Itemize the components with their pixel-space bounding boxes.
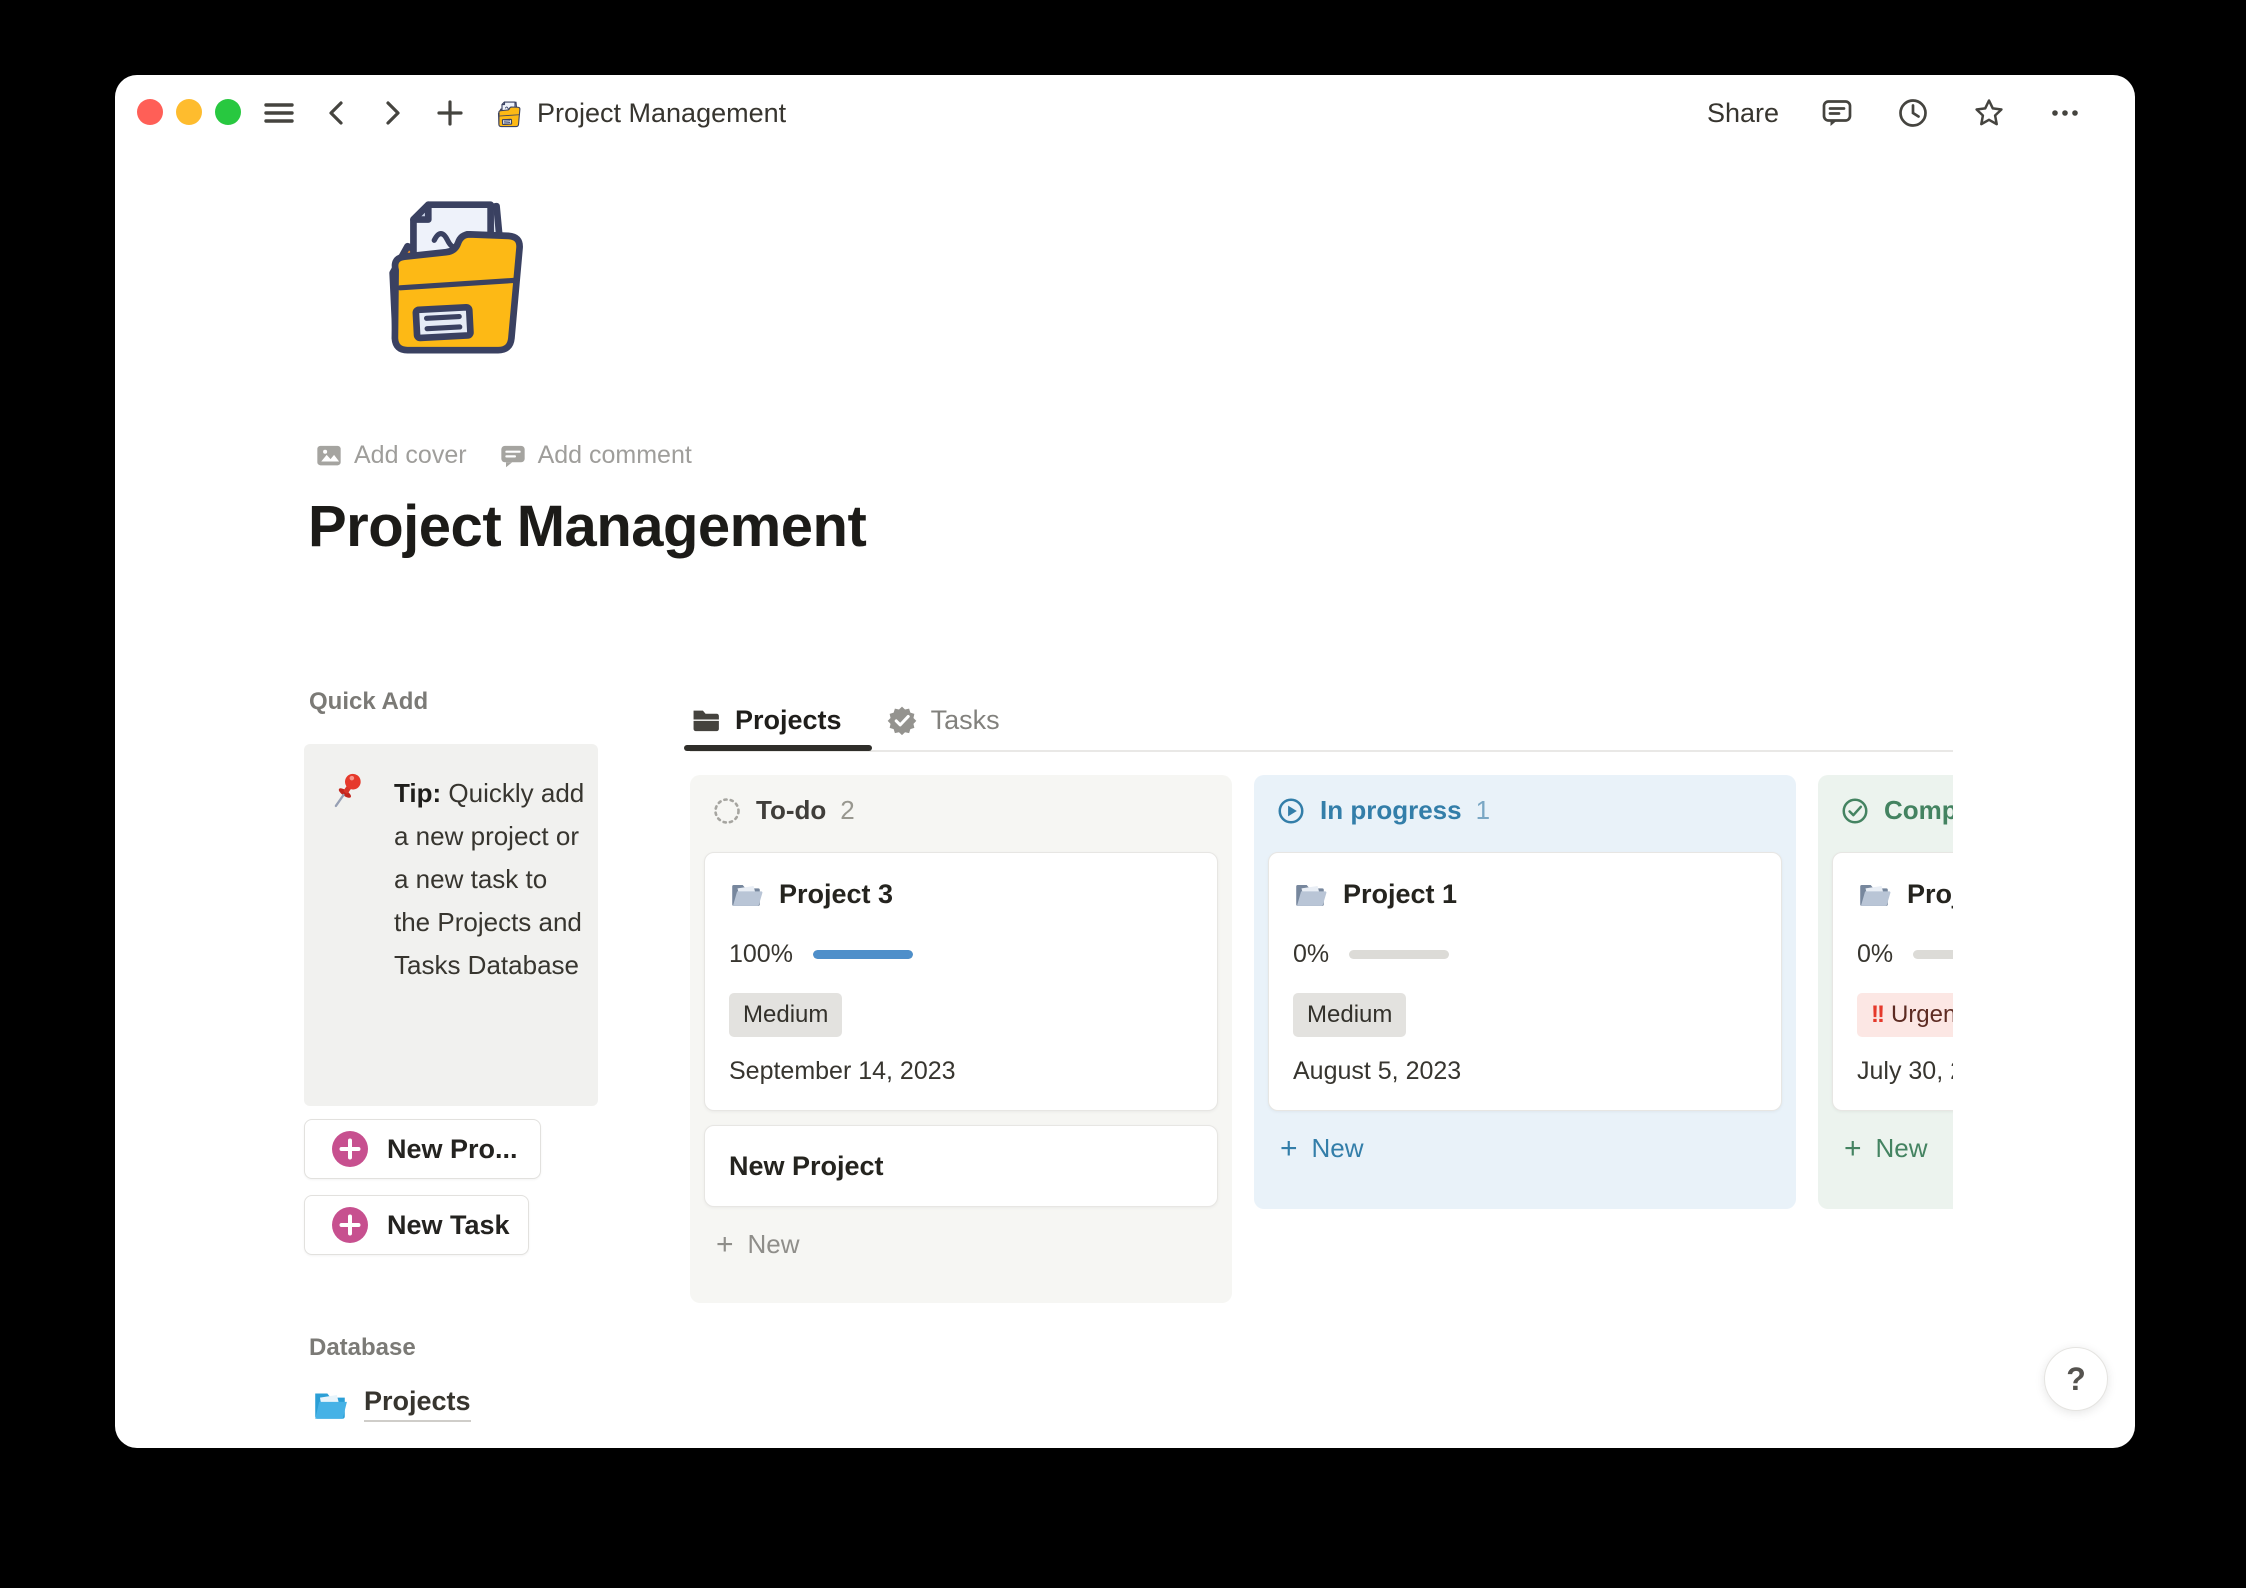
plus-circle-icon	[331, 1130, 369, 1168]
column-in-progress-count: 1	[1476, 795, 1490, 826]
progress-bar	[1913, 950, 1953, 959]
card-project-1[interactable]: Project 1 0% Medium August 5, 2023	[1268, 852, 1782, 1111]
add-comment-label: Add comment	[538, 441, 692, 470]
column-complete-name: Complete	[1884, 795, 1953, 826]
tab-tasks-label: Tasks	[931, 705, 1000, 736]
database-heading: Database	[309, 1334, 416, 1362]
open-folder-icon	[1293, 877, 1327, 911]
progress-bar	[1349, 950, 1449, 959]
history-icon[interactable]	[1895, 95, 1931, 131]
column-todo-new-button[interactable]: + New	[704, 1221, 1218, 1268]
double-exclamation-icon: !!	[1871, 1001, 1883, 1028]
app-window: Project Management Share Add cover	[115, 75, 2135, 1448]
database-link-projects[interactable]: Projects	[311, 1385, 471, 1423]
traffic-lights	[137, 99, 241, 125]
help-button[interactable]: ?	[2044, 1347, 2108, 1411]
menu-icon[interactable]	[261, 95, 297, 131]
board-view-tabs: Projects Tasks	[690, 695, 1000, 745]
zoom-window-button[interactable]	[215, 99, 241, 125]
minimize-window-button[interactable]	[176, 99, 202, 125]
comment-bubble-icon	[499, 442, 527, 470]
card-title: Project 1	[1343, 879, 1457, 910]
new-button-label: New	[748, 1229, 800, 1260]
new-task-button-label: New Task	[387, 1210, 510, 1241]
pushpin-icon	[328, 770, 370, 812]
quick-add-heading: Quick Add	[309, 688, 428, 716]
column-complete-header[interactable]: Complete	[1832, 789, 1953, 832]
plus-icon: +	[716, 1230, 734, 1260]
new-button-label: New	[1312, 1133, 1364, 1164]
priority-tag: Medium	[1293, 993, 1406, 1037]
tab-projects-label: Projects	[735, 705, 842, 736]
page-icon[interactable]	[360, 175, 550, 365]
card-title: New Project	[729, 1151, 884, 1182]
folder-icon	[690, 704, 722, 736]
column-todo-name: To-do	[756, 795, 826, 826]
column-todo-count: 2	[840, 795, 854, 826]
column-in-progress: In progress 1 Project 1 0% Medium August…	[1254, 775, 1796, 1209]
open-folder-icon	[729, 877, 763, 911]
share-button[interactable]: Share	[1707, 98, 1779, 129]
titlebar: Project Management Share	[115, 75, 2135, 151]
new-tab-icon[interactable]	[432, 95, 468, 131]
database-link-label: Projects	[364, 1386, 471, 1422]
column-todo: To-do 2 Project 3 100% Medium September …	[690, 775, 1232, 1303]
card-date: July 30, 2023	[1857, 1057, 1953, 1086]
back-icon[interactable]	[318, 95, 354, 131]
add-cover-button[interactable]: Add cover	[315, 441, 467, 470]
blue-folder-icon	[311, 1385, 349, 1423]
active-tab-indicator	[684, 745, 872, 751]
new-task-button[interactable]: New Task	[304, 1195, 529, 1255]
page-folder-mini-icon	[493, 97, 525, 129]
open-folder-icon	[1857, 877, 1891, 911]
kanban-board: To-do 2 Project 3 100% Medium September …	[690, 775, 1953, 1320]
tab-tasks[interactable]: Tasks	[886, 704, 1000, 736]
image-icon	[315, 442, 343, 470]
column-complete-new-button[interactable]: + New	[1832, 1125, 1953, 1172]
plus-icon: +	[1280, 1134, 1298, 1164]
new-project-button[interactable]: New Pro...	[304, 1119, 541, 1179]
card-project-2[interactable]: Project 2 0% !!Urgent July 30, 2023	[1832, 852, 1953, 1111]
progress-percent: 0%	[1293, 940, 1329, 969]
dashed-circle-icon	[712, 796, 742, 826]
plus-icon: +	[1844, 1134, 1862, 1164]
close-window-button[interactable]	[137, 99, 163, 125]
card-title: Project 2	[1907, 879, 1953, 910]
tip-callout: Tip: Quickly add a new project or a new …	[304, 744, 598, 1106]
column-in-progress-header[interactable]: In progress 1	[1268, 789, 1782, 832]
card-project-3[interactable]: Project 3 100% Medium September 14, 2023	[704, 852, 1218, 1111]
tab-projects[interactable]: Projects	[690, 704, 842, 736]
titlebar-page-title: Project Management	[537, 98, 786, 129]
priority-tag-urgent: !!Urgent	[1857, 993, 1953, 1037]
column-todo-header[interactable]: To-do 2	[704, 789, 1218, 832]
forward-icon[interactable]	[375, 95, 411, 131]
tip-text: Tip: Quickly add a new project or a new …	[394, 772, 586, 987]
comments-icon[interactable]	[1819, 95, 1855, 131]
add-comment-button[interactable]: Add comment	[499, 441, 692, 470]
card-date: September 14, 2023	[729, 1057, 1193, 1086]
card-title: Project 3	[779, 879, 893, 910]
card-date: August 5, 2023	[1293, 1057, 1757, 1086]
plus-circle-icon	[331, 1206, 369, 1244]
column-complete: Complete Project 2 0% !!Urgent July 30, …	[1818, 775, 1953, 1209]
column-in-progress-new-button[interactable]: + New	[1268, 1125, 1782, 1172]
priority-tag: Medium	[729, 993, 842, 1037]
progress-percent: 100%	[729, 940, 793, 969]
favorite-star-icon[interactable]	[1971, 95, 2007, 131]
page-title: Project Management	[308, 493, 866, 560]
check-circle-icon	[1840, 796, 1870, 826]
new-project-button-label: New Pro...	[387, 1134, 518, 1165]
verified-badge-icon	[886, 704, 918, 736]
play-circle-icon	[1276, 796, 1306, 826]
card-new-project[interactable]: New Project	[704, 1125, 1218, 1207]
new-button-label: New	[1876, 1133, 1928, 1164]
tabs-separator	[690, 750, 1953, 752]
progress-percent: 0%	[1857, 940, 1893, 969]
column-in-progress-name: In progress	[1320, 795, 1462, 826]
more-options-icon[interactable]	[2047, 95, 2083, 131]
progress-bar	[813, 950, 913, 959]
add-cover-label: Add cover	[354, 441, 467, 470]
